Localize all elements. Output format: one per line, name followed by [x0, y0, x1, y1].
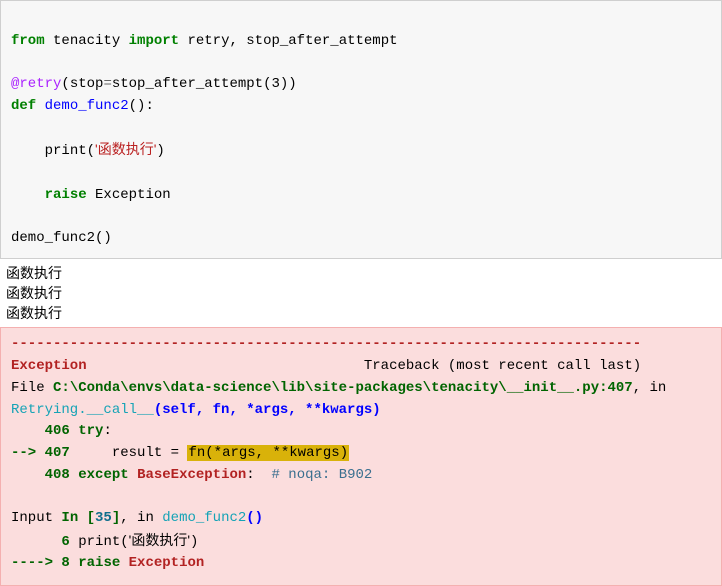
paren: ) — [156, 143, 164, 159]
traceback-separator: ----------------------------------------… — [11, 336, 641, 352]
string-literal: '函数执行' — [129, 532, 190, 548]
call-name: demo_func2 — [11, 230, 95, 246]
paren: ) — [190, 534, 198, 550]
in-word: , in — [120, 510, 162, 526]
exception-class: Exception — [11, 358, 87, 374]
input-number: 35 — [95, 510, 112, 526]
input-word: Input — [11, 510, 61, 526]
string-literal: '函数执行' — [95, 141, 156, 157]
paren: ( — [61, 76, 69, 92]
keyword-raise: raise — [45, 187, 87, 203]
stdout-line: 函数执行 — [6, 285, 62, 301]
current-line-arrow: --> — [11, 445, 45, 461]
highlighted-call: fn(*args, **kwargs) — [187, 445, 349, 461]
paren: ( — [120, 534, 128, 550]
decorator-name: @retry — [11, 76, 61, 92]
code-text: result — [70, 445, 171, 461]
frame-signature: () — [246, 510, 263, 526]
keyword-from: from — [11, 33, 45, 49]
keyword-def: def — [11, 98, 36, 114]
call-name: stop_after_attempt — [112, 76, 263, 92]
line-number: 406 — [45, 423, 70, 439]
file-word: File — [11, 380, 53, 396]
input-in: In [ — [61, 510, 95, 526]
keyword-import: import — [129, 33, 179, 49]
builtin-print: print — [78, 534, 120, 550]
frame-function: Retrying.__call__ — [11, 402, 154, 418]
call-parens: () — [95, 230, 112, 246]
frame-function: demo_func2 — [162, 510, 246, 526]
colon: : — [103, 423, 111, 439]
def-parens: (): — [129, 98, 154, 114]
builtin-print: print — [45, 143, 87, 159]
stdout-line: 函数执行 — [6, 265, 62, 281]
paren: ( — [87, 143, 95, 159]
frame-signature: (self, fn, *args, **kwargs) — [154, 402, 381, 418]
module-name: tenacity — [53, 33, 120, 49]
keyword-raise: raise — [78, 555, 120, 571]
stdout-output: 函数执行 函数执行 函数执行 — [0, 259, 722, 328]
traceback-label: Traceback (most recent call last) — [364, 358, 641, 374]
line-number: 407 — [45, 445, 70, 461]
number-literal: 3 — [271, 76, 279, 92]
current-line-arrow: ----> — [11, 555, 61, 571]
keyword-except: except — [78, 467, 128, 483]
file-path: C:\Conda\envs\data-science\lib\site-pack… — [53, 380, 633, 396]
comment: # noqa: B902 — [255, 467, 373, 483]
exception-name: Exception — [95, 187, 171, 203]
import-names: retry, stop_after_attempt — [187, 33, 397, 49]
traceback-output: ----------------------------------------… — [0, 327, 722, 586]
exception-name: BaseException — [137, 467, 246, 483]
stdout-line: 函数执行 — [6, 305, 62, 321]
traceback-label — [87, 358, 364, 374]
code-input-cell: from tenacity import retry, stop_after_a… — [0, 0, 722, 259]
line-number: 6 — [61, 534, 69, 550]
input-close: ] — [112, 510, 120, 526]
operator-eq: = — [103, 76, 111, 92]
function-name: demo_func2 — [45, 98, 129, 114]
exception-name: Exception — [129, 555, 205, 571]
line-number: 8 — [61, 555, 69, 571]
in-word: , in — [633, 380, 675, 396]
kwarg-name: stop — [70, 76, 104, 92]
line-number: 408 — [45, 467, 70, 483]
keyword-try: try — [78, 423, 103, 439]
colon: : — [246, 467, 254, 483]
paren: ) — [288, 76, 296, 92]
operator-eq: = — [171, 445, 179, 461]
